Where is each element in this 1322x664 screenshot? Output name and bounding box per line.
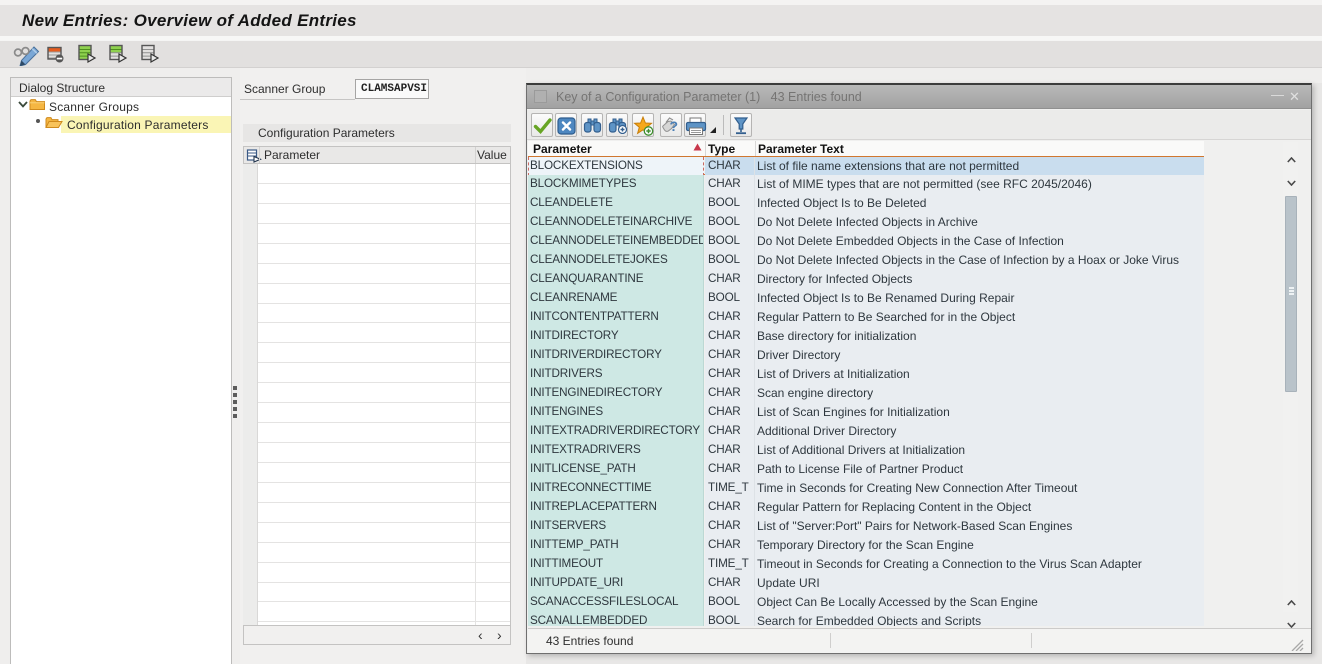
svg-text:?: ? bbox=[670, 118, 679, 134]
